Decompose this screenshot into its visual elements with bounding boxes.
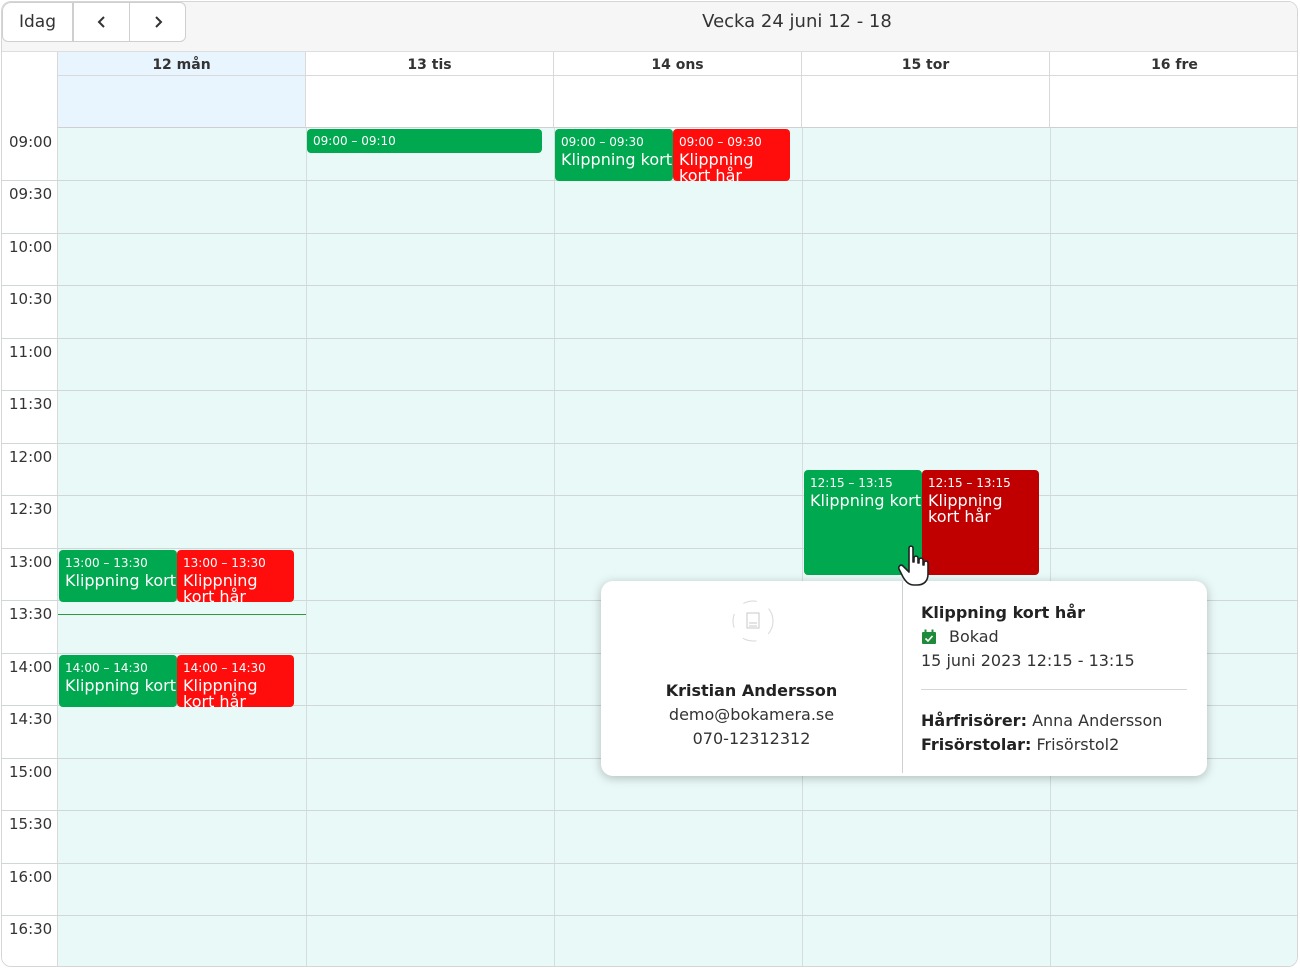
row-divider — [2, 285, 1297, 286]
popup-separator — [921, 689, 1187, 690]
hairdresser-row: Hårfrisörer: Anna Andersson — [921, 711, 1162, 730]
calendar-grid: 12 mån 13 tis 14 ons 15 tor 16 fre 09:00… — [2, 52, 1297, 966]
time-label: 11:30 — [9, 395, 53, 413]
event-card[interactable]: 13:00 – 13:30 Klippning kort — [59, 550, 177, 602]
event-card[interactable]: 13:00 – 13:30 Klippning kort hår — [177, 550, 294, 602]
event-time: 12:15 – 13:15 — [810, 476, 893, 490]
calendar-toolbar: Idag Vecka 24 juni 12 - 18 — [2, 2, 1297, 52]
event-title: Klippning kort hår — [183, 571, 258, 603]
booking-status-text: Bokad — [949, 627, 999, 646]
event-title: Klippning kort — [65, 571, 176, 590]
time-label: 15:30 — [9, 815, 53, 833]
event-time: 12:15 – 13:15 — [928, 476, 1011, 490]
event-card[interactable]: 12:15 – 13:15 Klippning kort hår — [922, 470, 1039, 575]
time-label: 15:00 — [9, 763, 53, 781]
calendar-frame: Idag Vecka 24 juni 12 - 18 12 mån 13 tis… — [1, 1, 1298, 967]
avatar-placeholder-icon — [732, 600, 774, 642]
day-header-tue[interactable]: 13 tis — [306, 52, 554, 76]
booking-datetime: 15 juni 2023 12:15 - 13:15 — [921, 651, 1135, 670]
time-label: 16:30 — [9, 920, 53, 938]
event-details-popup: Kristian Andersson demo@bokamera.se 070-… — [601, 581, 1207, 776]
service-title: Klippning kort hår — [921, 603, 1085, 622]
row-divider — [2, 548, 1297, 549]
event-time: 13:00 – 13:30 — [183, 556, 266, 570]
calendar-check-icon — [922, 629, 936, 644]
time-label: 10:30 — [9, 290, 53, 308]
chevron-left-icon — [97, 16, 105, 28]
day-header-mon[interactable]: 12 mån — [58, 52, 306, 76]
time-label: 10:00 — [9, 238, 53, 256]
allday-cell-wed[interactable] — [554, 76, 802, 128]
chair-value: Frisörstol2 — [1036, 735, 1120, 754]
row-divider — [2, 863, 1297, 864]
time-label: 14:00 — [9, 658, 53, 676]
today-button[interactable]: Idag — [2, 2, 73, 42]
allday-cell-tue[interactable] — [306, 76, 554, 128]
event-title: Klippning kort — [561, 150, 672, 169]
time-label: 13:00 — [9, 553, 53, 571]
row-divider — [2, 338, 1297, 339]
chair-row: Frisörstolar: Frisörstol2 — [921, 735, 1119, 754]
customer-name: Kristian Andersson — [665, 681, 838, 700]
row-divider — [2, 495, 1297, 496]
event-time: 14:00 – 14:30 — [183, 661, 266, 675]
time-label: 11:00 — [9, 343, 53, 361]
event-title: Klippning kort hår — [679, 150, 754, 182]
event-card[interactable]: 14:00 – 14:30 Klippning kort hår — [177, 655, 294, 707]
next-week-button[interactable] — [129, 2, 186, 42]
time-label: 12:30 — [9, 500, 53, 518]
previous-week-button[interactable] — [73, 2, 130, 42]
popup-divider — [902, 581, 903, 773]
time-label: 16:00 — [9, 868, 53, 886]
event-time: 09:00 – 09:30 — [679, 135, 762, 149]
row-divider — [2, 915, 1297, 916]
day-header-thu[interactable]: 15 tor — [802, 52, 1050, 76]
event-card[interactable]: 09:00 – 09:30 Klippning kort — [555, 129, 673, 181]
chevron-right-icon — [154, 16, 162, 28]
row-divider — [2, 443, 1297, 444]
hairdresser-value: Anna Andersson — [1032, 711, 1163, 730]
row-divider — [2, 233, 1297, 234]
week-title: Vecka 24 juni 12 - 18 — [702, 11, 892, 32]
event-title: Klippning kort hår — [183, 676, 258, 708]
event-card[interactable]: 09:00 – 09:10 — [307, 129, 542, 153]
event-title: Klippning kort — [810, 491, 921, 510]
time-label: 14:30 — [9, 710, 53, 728]
customer-email[interactable]: demo@bokamera.se — [601, 705, 902, 724]
allday-cell-fri[interactable] — [1050, 76, 1297, 128]
booking-status: Bokad — [921, 627, 999, 646]
hand-pointer-icon — [898, 545, 929, 586]
current-time-indicator — [58, 614, 306, 615]
day-header-wed[interactable]: 14 ons — [554, 52, 802, 76]
time-label: 09:30 — [9, 185, 53, 203]
chair-label: Frisörstolar: — [921, 735, 1032, 754]
day-header-fri[interactable]: 16 fre — [1050, 52, 1297, 76]
event-time: 14:00 – 14:30 — [65, 661, 148, 675]
time-label: 12:00 — [9, 448, 53, 466]
event-title: Klippning kort — [65, 676, 176, 695]
customer-phone[interactable]: 070-12312312 — [601, 729, 902, 748]
event-time: 09:00 – 09:10 — [313, 134, 396, 148]
event-card[interactable]: 14:00 – 14:30 Klippning kort — [59, 655, 177, 707]
hairdresser-label: Hårfrisörer: — [921, 711, 1027, 730]
event-time: 09:00 – 09:30 — [561, 135, 644, 149]
event-time: 13:00 – 13:30 — [65, 556, 148, 570]
allday-cell-mon[interactable] — [58, 76, 306, 128]
row-divider — [2, 390, 1297, 391]
time-label: 09:00 — [9, 133, 53, 151]
event-card[interactable]: 09:00 – 09:30 Klippning kort hår — [673, 129, 790, 181]
event-title: Klippning kort hår — [928, 491, 1003, 526]
row-divider — [2, 810, 1297, 811]
time-label: 13:30 — [9, 605, 53, 623]
allday-cell-thu[interactable] — [802, 76, 1050, 128]
